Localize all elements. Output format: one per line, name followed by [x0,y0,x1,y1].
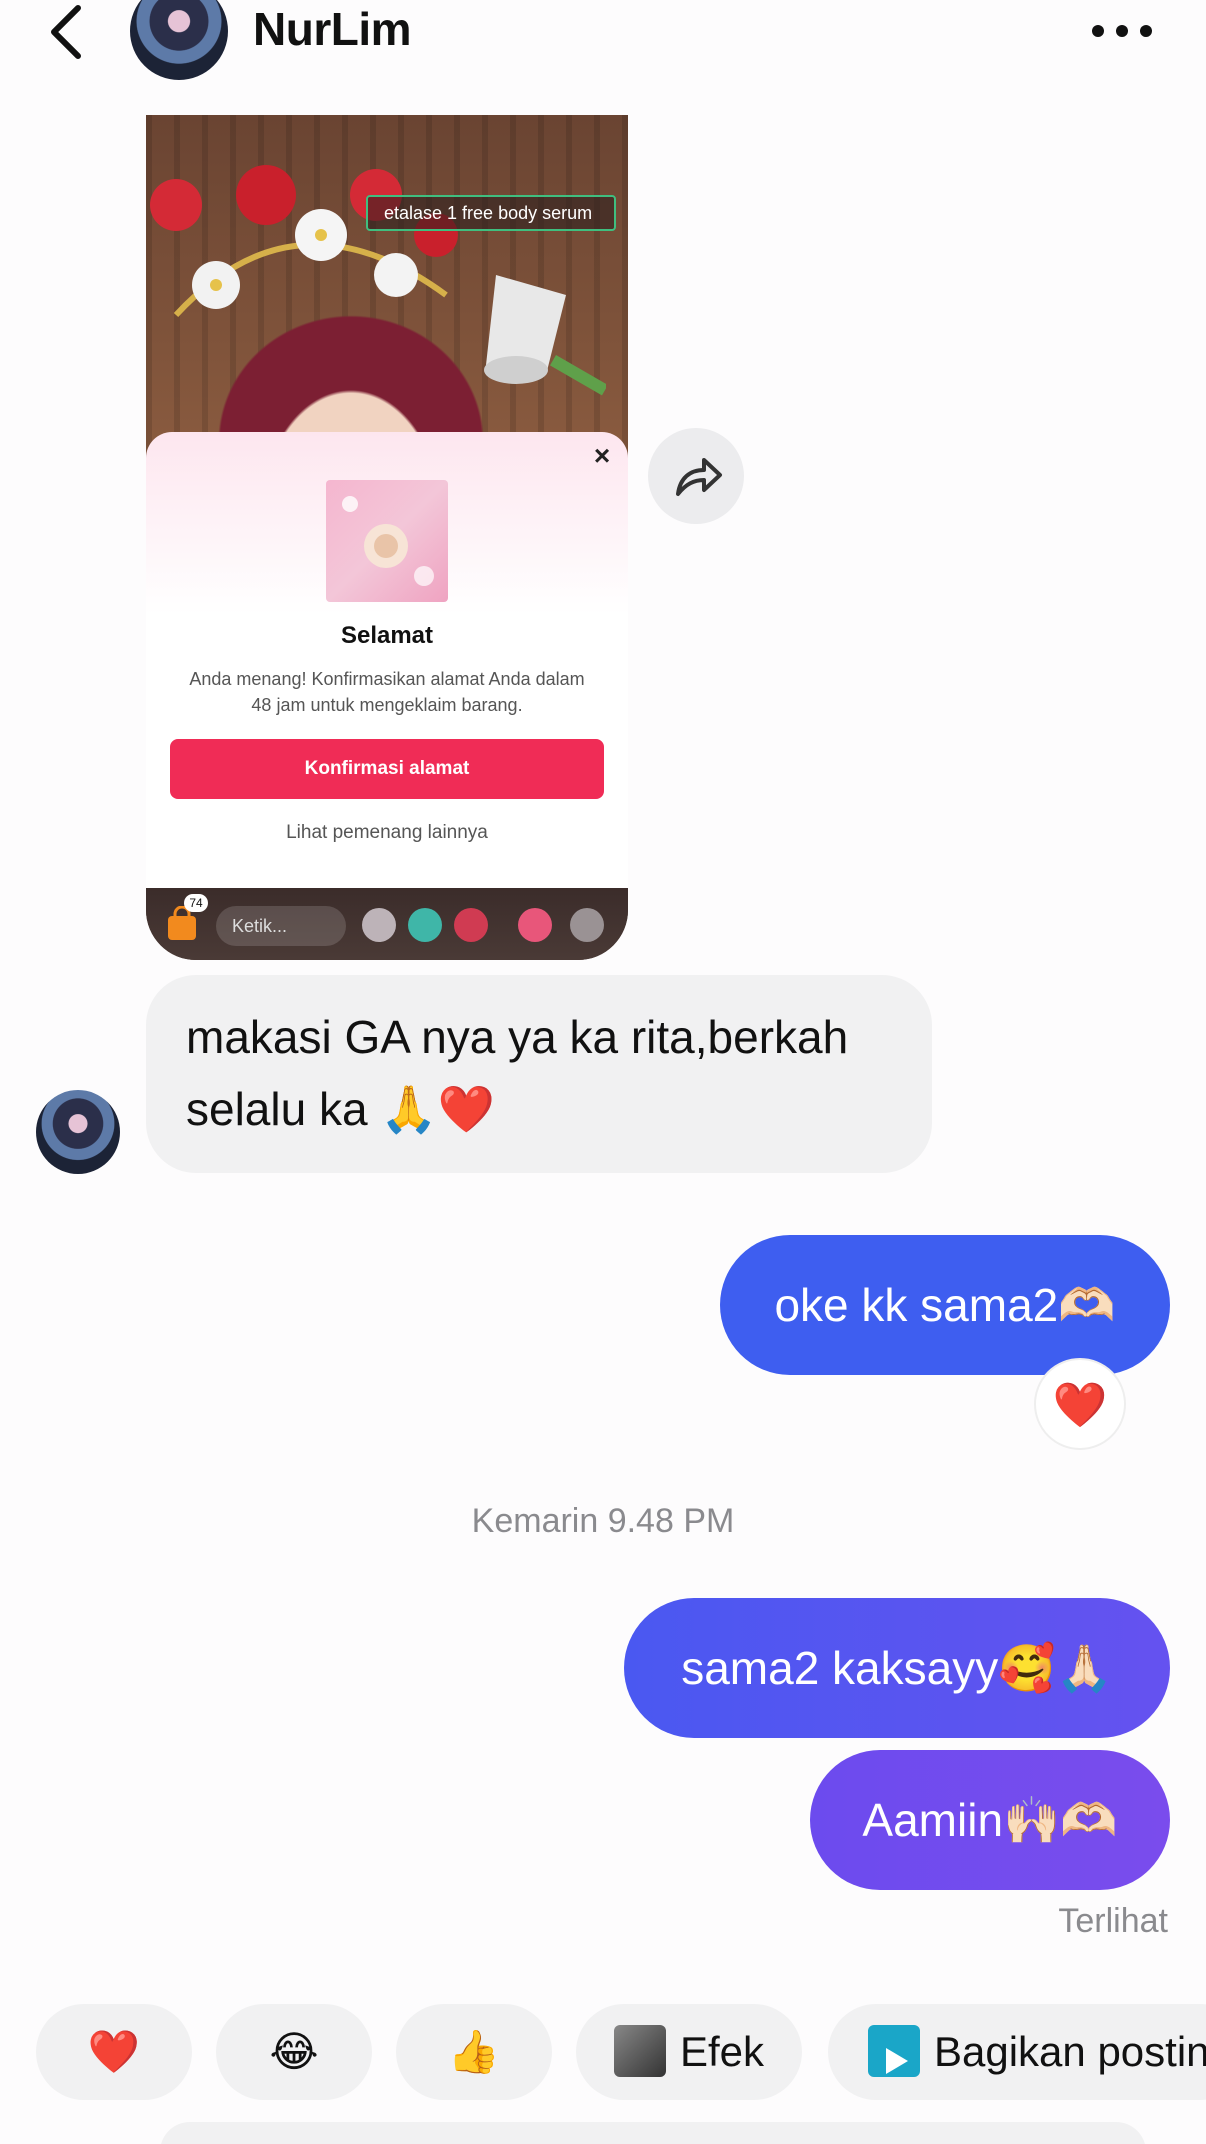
quick-reply-heart[interactable]: ❤️ [36,2004,192,2100]
forward-share-button[interactable] [648,428,744,524]
quick-reply-thumbs-up[interactable]: 👍 [396,2004,552,2100]
message-composer[interactable] [160,2122,1146,2144]
share-icon [570,908,604,942]
other-winners-link[interactable]: Lihat pemenang lainnya [146,822,628,844]
effect-label: Efek [679,2028,765,2075]
avatar[interactable] [130,0,228,80]
contact-name[interactable]: NurLim [253,2,412,56]
winner-popup: × Selamat Anda menang! Konfirmasikan ala… [146,432,628,888]
comment-input: Ketik... [216,906,346,946]
effect-thumbnail-icon [613,2024,666,2077]
outgoing-message[interactable]: sama2 kaksayy🥰🙏🏻 [624,1598,1170,1738]
prize-image [326,480,448,602]
incoming-message[interactable]: makasi GA nya ya ka rita,berkah selalu k… [146,975,932,1173]
popup-description: Anda menang! Konfirmasikan alamat Anda d… [189,669,585,715]
outgoing-message[interactable]: oke kk sama2🫶🏻 [720,1235,1170,1375]
effect-button[interactable]: Efek [576,2004,802,2100]
product-tag: etalase 1 free body serum [366,195,616,231]
lamp-image [484,275,606,396]
more-horizontal-icon[interactable] [1090,18,1154,44]
heart-reaction[interactable]: ❤️ [1034,1358,1126,1450]
close-icon[interactable]: × [588,442,616,470]
share-post-label: Bagikan postin [934,2028,1206,2075]
flower-headband-image [150,165,458,318]
gift-icon [518,908,552,942]
share-post-button[interactable]: Bagikan postin [828,2004,1206,2100]
chevron-left-icon[interactable] [40,2,94,62]
emoji-icon [362,908,396,942]
outgoing-message[interactable]: Aamiin🙌🏻🫶🏻 [810,1750,1170,1890]
play-icon [868,2024,920,2077]
chat-header: NurLim [0,0,1206,80]
live-bottom-bar: 74 Ketik... [146,888,628,960]
seen-status: Terlihat [1058,1902,1168,1940]
quick-reply-laugh[interactable]: 😂 [216,2004,372,2100]
rose-icon [454,908,488,942]
popup-title: Selamat [340,622,434,649]
confirm-address-button[interactable]: Konfirmasi alamat [170,739,604,799]
shared-video-card[interactable]: etalase 1 free body serum × Selamat Anda… [146,115,628,960]
sender-avatar[interactable] [36,1090,120,1174]
share-arrow-icon [676,458,722,496]
cart-count-badge: 74 [184,894,208,912]
users-icon [408,908,442,942]
message-timestamp: Kemarin 9.48 PM [471,1502,735,1540]
quick-reply-bar: ❤️ 😂 👍 Efek Bagikan postin [0,2004,1206,2102]
